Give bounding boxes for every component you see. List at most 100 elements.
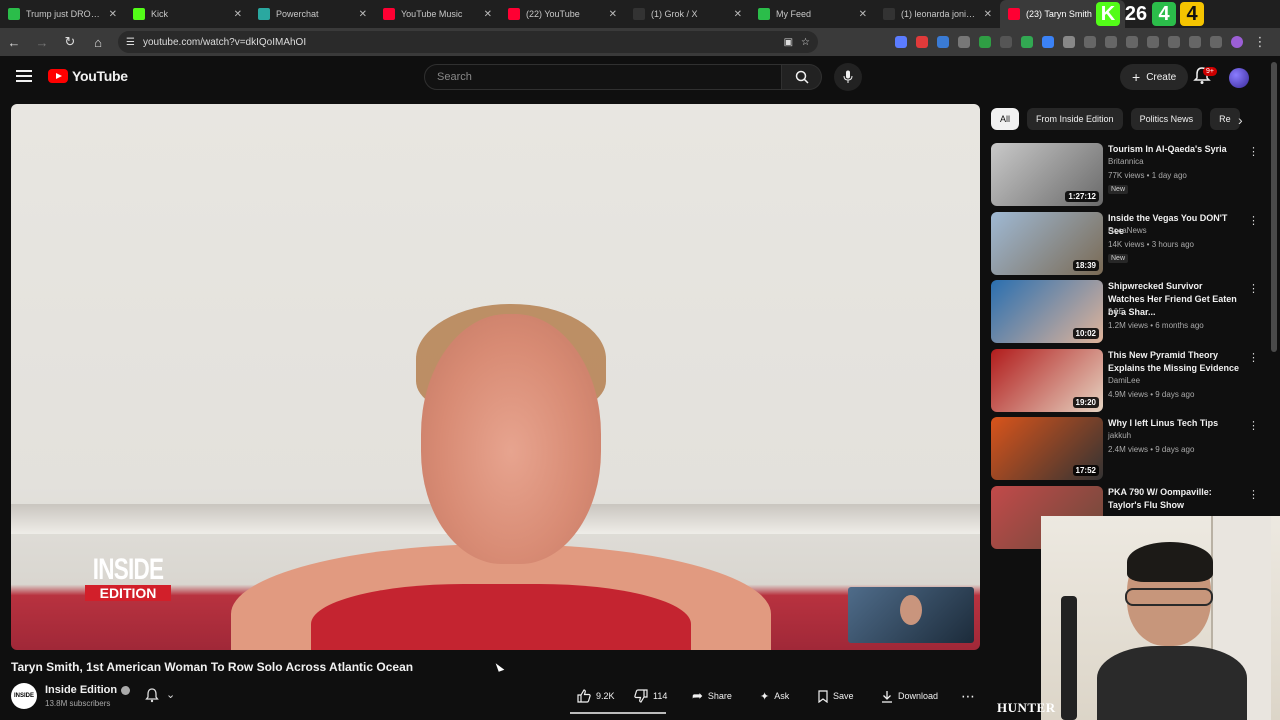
filter-chip[interactable]: Politics News [1130, 108, 1203, 130]
save-button[interactable]: Save [818, 685, 854, 707]
recommended-video-meta: 1.2M views • 6 months ago [1108, 321, 1204, 330]
puzzle-icon[interactable] [1084, 36, 1096, 48]
browser-tab[interactable]: (1) leonarda jonie - S ✕ [875, 0, 1000, 28]
download-button[interactable]: Download [881, 685, 938, 707]
recommended-video-title[interactable]: Why I left Linus Tech Tips [1108, 417, 1240, 430]
subscribed-bell-icon[interactable] [145, 688, 159, 704]
tab-close-icon[interactable]: ✕ [234, 9, 242, 20]
notification-badge: 9+ [1203, 67, 1217, 76]
extension-icon[interactable] [1063, 36, 1075, 48]
recommended-video[interactable]: 18:39 Inside the Vegas You DON'T See RocaN… [991, 212, 1261, 276]
scrollbar[interactable] [1271, 62, 1277, 352]
filter-chip[interactable]: Re [1210, 108, 1240, 130]
create-button[interactable]: + Create [1120, 64, 1189, 90]
filter-chip[interactable]: All [991, 108, 1020, 130]
filter-chip[interactable]: From Inside Edition [1027, 108, 1123, 130]
tab-title: Powerchat [276, 9, 319, 19]
code-icon[interactable] [1147, 36, 1159, 48]
tab-close-icon[interactable]: ✕ [734, 9, 742, 20]
extension-icon[interactable] [1021, 36, 1033, 48]
home-icon[interactable]: ⌂ [90, 34, 106, 50]
youtube-logo[interactable]: YouTube [48, 68, 128, 84]
video-thumbnail[interactable]: 18:39 [991, 212, 1103, 275]
video-thumbnail[interactable]: 19:20 [991, 349, 1103, 412]
recommended-channel-name[interactable]: A&E [1108, 307, 1124, 316]
search-button[interactable] [782, 64, 822, 90]
recommended-channel-name[interactable]: RocaNews [1108, 226, 1147, 235]
recommended-video[interactable]: 10:02 Shipwrecked Survivor Watches Her Fr… [991, 280, 1261, 344]
extension-icon[interactable] [1189, 36, 1201, 48]
search-input[interactable]: Search [424, 64, 782, 90]
recommended-video[interactable]: 1:27:12 Tourism In Al-Qaeda's Syria Britan… [991, 143, 1261, 207]
more-options-icon[interactable]: ⋮ [1248, 145, 1259, 158]
tab-close-icon[interactable]: ✕ [984, 9, 992, 20]
extension-icon[interactable] [958, 36, 970, 48]
video-thumbnail[interactable]: 10:02 [991, 280, 1103, 343]
tab-close-icon[interactable]: ✕ [484, 9, 492, 20]
more-actions-icon[interactable]: ⋯ [961, 685, 975, 707]
forward-icon[interactable]: → [34, 34, 50, 50]
recommended-channel-name[interactable]: jakkuh [1108, 431, 1131, 440]
extension-icon[interactable] [895, 36, 907, 48]
browser-tab[interactable]: (22) YouTube ✕ [500, 0, 625, 28]
history-icon[interactable] [1105, 36, 1117, 48]
streamer-webcam-overlay [1041, 516, 1280, 720]
bookmark-icon [818, 689, 828, 703]
bookmark-star-icon[interactable]: ☆ [801, 37, 810, 48]
profile-icon[interactable] [1231, 36, 1243, 48]
extension-icon[interactable] [1126, 36, 1138, 48]
like-button[interactable]: 9.2K [577, 685, 615, 707]
recommended-video[interactable]: 17:52 Why I left Linus Tech Tips jakkuh 2.4… [991, 417, 1261, 481]
recommended-video-title[interactable]: Tourism In Al-Qaeda's Syria [1108, 143, 1240, 156]
tab-close-icon[interactable]: ✕ [109, 9, 117, 20]
account-avatar[interactable] [1229, 68, 1249, 88]
video-thumbnail[interactable]: 1:27:12 [991, 143, 1103, 206]
hamburger-menu-icon[interactable] [16, 70, 32, 82]
tab-close-icon[interactable]: ✕ [609, 9, 617, 20]
voice-search-button[interactable] [834, 63, 862, 91]
download-icon [882, 690, 892, 703]
extension-icon[interactable] [1000, 36, 1012, 48]
more-options-icon[interactable]: ⋮ [1248, 282, 1259, 295]
extension-icon[interactable] [937, 36, 949, 48]
more-options-icon[interactable]: ⋮ [1248, 488, 1259, 501]
browser-tab[interactable]: Trump just DROPP ✕ [0, 0, 125, 28]
browser-tab[interactable]: YouTube Music ✕ [375, 0, 500, 28]
back-icon[interactable]: ← [6, 34, 22, 50]
share-button[interactable]: ➦ Share [692, 685, 732, 707]
chevron-right-icon[interactable]: › [1238, 112, 1243, 128]
chevron-down-icon[interactable]: ⌄ [166, 688, 175, 701]
reload-icon[interactable]: ↻ [62, 34, 78, 50]
extension-icon[interactable] [1042, 36, 1054, 48]
browser-tab[interactable]: My Feed ✕ [750, 0, 875, 28]
channel-name-link[interactable]: Inside Edition [45, 684, 131, 696]
recommended-channel-name[interactable]: DamiLee [1108, 376, 1140, 385]
browser-tab[interactable]: Powerchat ✕ [250, 0, 375, 28]
video-player[interactable]: INSIDE EDITION [11, 104, 980, 650]
recommended-video[interactable]: 19:20 This New Pyramid Theory Explains th… [991, 349, 1261, 413]
video-thumbnail[interactable]: 17:52 [991, 417, 1103, 480]
browser-tab[interactable]: Kick ✕ [125, 0, 250, 28]
tab-close-icon[interactable]: ✕ [859, 9, 867, 20]
sidebar-icon[interactable] [1168, 36, 1180, 48]
recommended-video-title[interactable]: This New Pyramid Theory Explains the Mis… [1108, 349, 1240, 375]
tab-close-icon[interactable]: ✕ [359, 9, 367, 20]
recommended-video-title[interactable]: PKA 790 W/ Oompaville: Taylor's Flu Show [1108, 486, 1240, 512]
menu-kebab-icon[interactable]: ⋮ [1252, 34, 1268, 50]
site-info-icon[interactable]: ☰ [126, 37, 135, 48]
extension-icon[interactable] [916, 36, 928, 48]
browser-tab[interactable]: (1) Grok / X ✕ [625, 0, 750, 28]
channel-avatar[interactable]: INSIDE [11, 683, 37, 709]
extension-icon[interactable] [1210, 36, 1222, 48]
recommended-channel-name[interactable]: Britannica [1108, 157, 1144, 166]
recommended-video-title[interactable]: Shipwrecked Survivor Watches Her Friend … [1108, 280, 1240, 319]
extension-icon[interactable] [979, 36, 991, 48]
dislike-button[interactable]: 114 [634, 685, 667, 707]
ask-button[interactable]: ✦ Ask [760, 685, 789, 707]
youtube-logo-text: YouTube [72, 68, 128, 84]
more-options-icon[interactable]: ⋮ [1248, 351, 1259, 364]
more-options-icon[interactable]: ⋮ [1248, 214, 1259, 227]
more-options-icon[interactable]: ⋮ [1248, 419, 1259, 432]
address-bar[interactable]: ☰ youtube.com/watch?v=dkIQoIMAhOI ▣ ☆ [118, 31, 818, 53]
install-icon[interactable]: ▣ [784, 37, 793, 48]
